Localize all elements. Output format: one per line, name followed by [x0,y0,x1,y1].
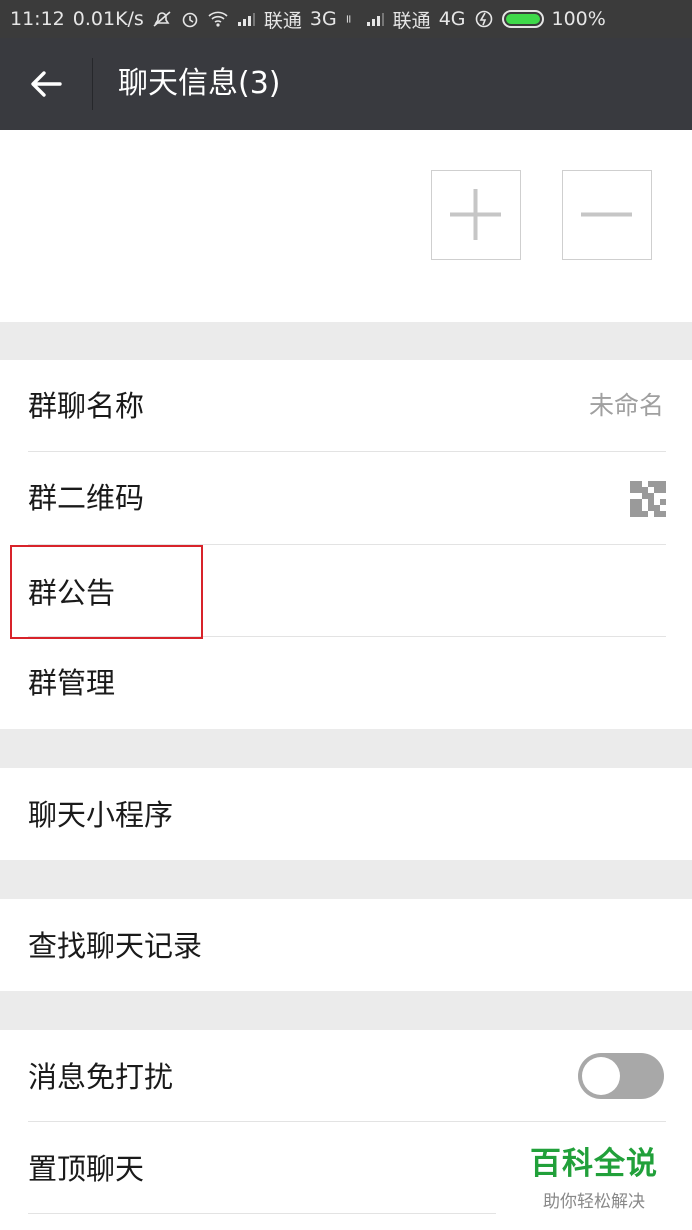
header-bar: 聊天信息(3) [0,38,692,130]
mini-programs-label: 聊天小程序 [28,798,174,832]
carrier-2: 联通 [392,9,431,32]
group-management-label: 群管理 [28,666,116,700]
network-2: 4G [438,8,466,30]
add-member-button[interactable] [431,170,521,260]
status-time: 11:12 [10,8,65,30]
mute-notifications-row[interactable]: 消息免打扰 [0,1030,692,1122]
wifi-icon [208,11,228,27]
group-name-row[interactable]: 群聊名称 未命名 [0,360,692,452]
mute-toggle[interactable] [578,1053,664,1099]
group-qr-label: 群二维码 [28,481,145,515]
minus-icon [581,212,632,217]
mute-notification-icon [153,11,171,27]
signal-icon [366,13,384,26]
battery-icon [501,10,544,28]
signal-icon [237,13,255,26]
status-bar: 11:12 0.01K/s 联通 3G 联通 4G 100% [0,0,692,38]
status-speed: 0.01K/s [72,8,144,30]
watermark: 百科全说 助你轻松解决 [496,1122,692,1230]
annotation-highlight-box [10,545,203,639]
section-gap [0,860,692,899]
section-gap [0,729,692,768]
section-gap [0,991,692,1030]
watermark-title: 百科全说 [530,1146,658,1182]
members-panel [0,130,692,322]
mute-notifications-label: 消息免打扰 [28,1060,174,1094]
toggle-knob [582,1057,620,1095]
data-transfer-icon [346,15,350,23]
pin-chat-label: 置顶聊天 [28,1152,145,1186]
search-history-row[interactable]: 查找聊天记录 [0,899,692,991]
group-name-label: 群聊名称 [28,389,145,423]
battery-level: 100% [551,8,606,30]
back-arrow-icon[interactable] [28,66,64,102]
search-history-label: 查找聊天记录 [28,929,203,963]
charging-icon [475,10,492,28]
section-gap [0,322,692,360]
network-1: 3G [309,8,337,30]
watermark-subtitle: 助你轻松解决 [543,1192,645,1212]
group-management-row[interactable]: 群管理 [0,637,692,729]
remove-member-button[interactable] [562,170,652,260]
carrier-1: 联通 [263,9,302,32]
plus-icon [450,189,501,240]
alarm-icon [182,12,198,28]
header-divider [92,58,93,110]
qr-code-icon [630,481,666,517]
group-name-value: 未命名 [588,391,664,420]
mini-programs-row[interactable]: 聊天小程序 [0,768,692,860]
group-qr-row[interactable]: 群二维码 [0,452,692,545]
page-title: 聊天信息(3) [118,66,281,101]
